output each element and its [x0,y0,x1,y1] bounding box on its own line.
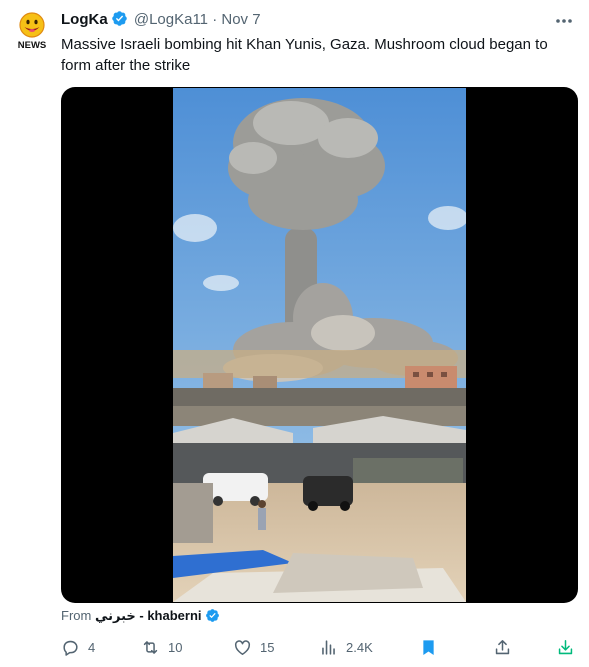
display-name[interactable]: LogKa [61,11,108,28]
tweet-header: LogKa @LogKa11 · Nov 7 [61,10,261,30]
video-frame [173,88,466,602]
source-link[interactable]: خبرني - khaberni [95,608,202,623]
tweet-card[interactable]: NEWS LogKa @LogKa11 · Nov 7 Massive Isra… [0,0,589,667]
bookmark-icon [423,639,434,655]
reply-button[interactable]: 4 [61,636,95,658]
avatar[interactable]: NEWS [14,12,50,52]
like-icon [234,639,251,655]
download-button[interactable] [556,636,583,658]
repost-icon [143,640,158,654]
download-icon [558,639,573,654]
action-bar: 4 10 15 2.4K [61,636,581,658]
user-handle[interactable]: @LogKa11 [134,11,208,28]
source-attribution: From خبرني - khaberni [61,607,220,625]
views-count: 2.4K [346,639,373,655]
from-label: From [61,608,92,623]
verified-badge-icon [111,11,127,26]
source-verified-badge-icon [206,609,220,622]
news-smiley-logo: NEWS [18,12,47,51]
tweet-text: Massive Israeli bombing hit Khan Yunis, … [61,36,548,74]
separator-dot: · [212,11,218,28]
tweet-date[interactable]: Nov 7 [221,11,260,28]
bookmark-button[interactable] [419,636,446,658]
more-options-icon[interactable] [553,12,575,30]
share-icon [495,639,510,654]
avatar-text: NEWS [18,40,47,51]
like-button[interactable]: 15 [233,636,274,658]
reply-icon [63,640,78,656]
views-button[interactable]: 2.4K [319,636,373,658]
repost-count: 10 [168,639,183,655]
repost-button[interactable]: 10 [141,636,182,658]
views-icon [322,639,335,655]
reply-count: 4 [88,639,96,655]
share-button[interactable] [493,636,520,658]
video-player[interactable] [61,87,578,603]
like-count: 15 [260,639,275,655]
